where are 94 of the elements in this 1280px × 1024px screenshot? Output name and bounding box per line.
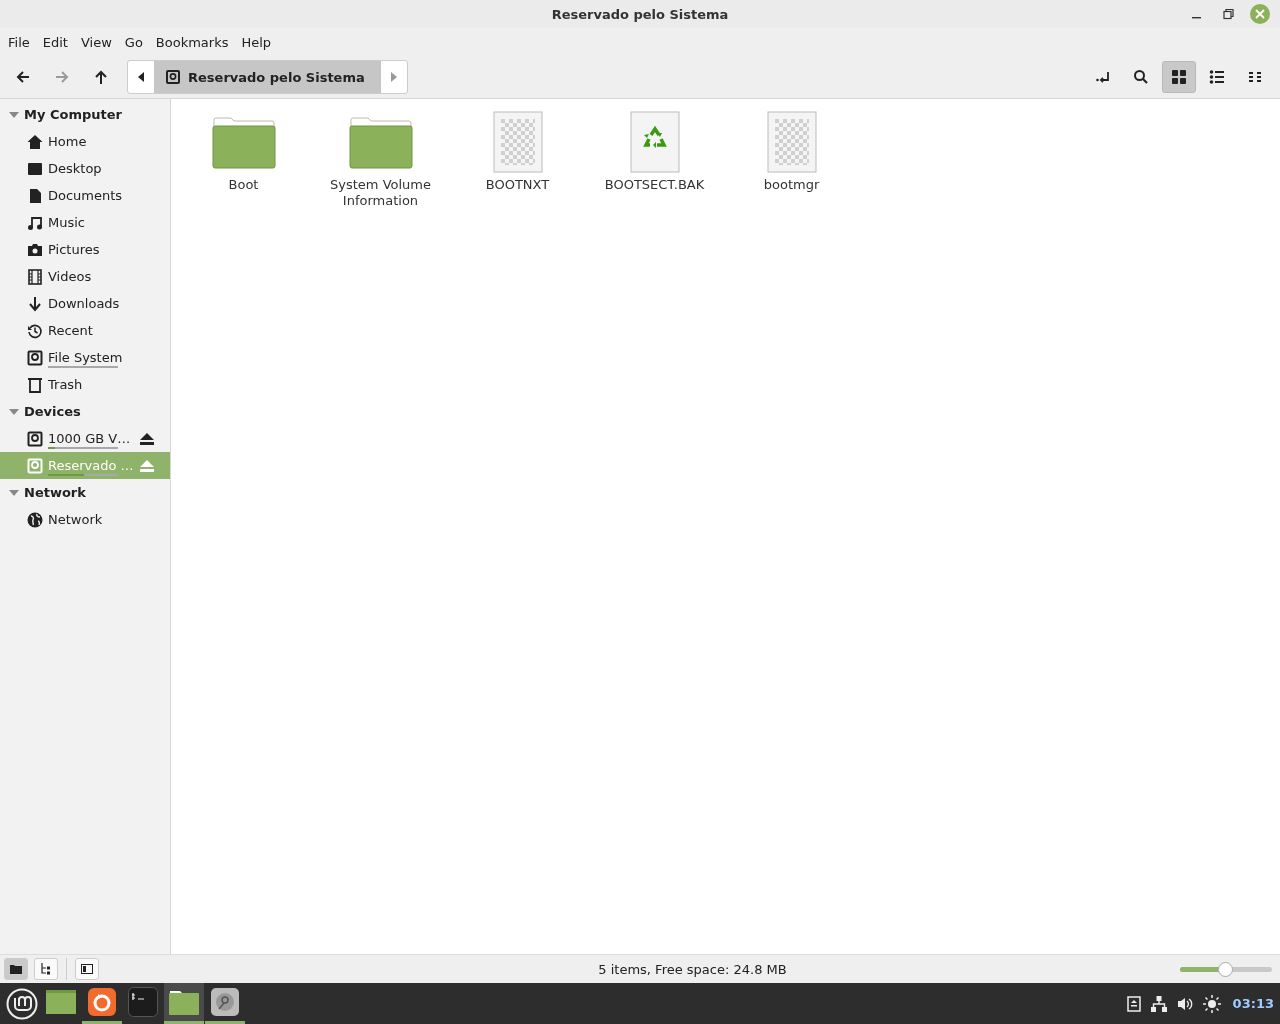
sidebar-toggle-button[interactable]	[75, 958, 99, 980]
compact-list-icon	[1247, 69, 1263, 85]
clock[interactable]: 03:13	[1232, 996, 1274, 1011]
sidebar-item[interactable]: 1000 GB V…	[0, 425, 170, 452]
removable-drive-icon[interactable]	[1126, 995, 1141, 1012]
sidebar-item[interactable]: Trash	[0, 371, 170, 398]
network-icon[interactable]	[1150, 995, 1167, 1012]
caret-down-icon	[9, 406, 19, 417]
drive-icon	[27, 349, 43, 366]
document-icon	[27, 187, 43, 204]
file-name: BOOTNXT	[484, 177, 551, 193]
sidebar-label: File System	[48, 350, 124, 365]
music-note-icon	[27, 214, 43, 231]
sidebar-item[interactable]: Home	[0, 128, 170, 155]
caret-down-icon	[9, 487, 19, 498]
eject-icon[interactable]	[140, 432, 154, 445]
file-name: Boot	[227, 177, 260, 193]
sidebar-item[interactable]: Music	[0, 209, 170, 236]
folder-icon	[10, 964, 22, 974]
places-pane-button[interactable]	[4, 958, 28, 980]
sidebar-item[interactable]: Downloads	[0, 290, 170, 317]
folder-icon[interactable]	[211, 117, 276, 169]
sidebar-label: Reservado …	[48, 458, 135, 473]
caret-right-icon	[390, 72, 397, 82]
sidebar-label: 1000 GB V…	[48, 431, 132, 446]
section-header[interactable]: My Computer	[0, 101, 170, 128]
desktop-icon	[46, 990, 76, 1014]
caret-down-icon	[9, 109, 19, 120]
tree-icon	[40, 963, 52, 975]
window-title: Reservado pelo Sistema	[551, 6, 729, 22]
menu-item[interactable]: Edit	[36, 30, 74, 54]
history-icon	[27, 322, 43, 339]
sidebar-item[interactable]: Recent	[0, 317, 170, 344]
sidebar-label: Documents	[48, 188, 124, 203]
drive-icon	[166, 70, 180, 84]
back-icon	[15, 69, 31, 85]
sidebar-label: Videos	[48, 269, 93, 284]
section-header[interactable]: Devices	[0, 398, 170, 425]
sidebar-label: Pictures	[48, 242, 101, 257]
zoom-slider[interactable]	[1180, 961, 1272, 977]
close-icon	[1255, 9, 1265, 19]
minimize-icon	[1191, 17, 1201, 19]
menu-item[interactable]: Bookmarks	[149, 30, 235, 54]
folder-icon	[169, 989, 199, 1015]
desktop-icon	[27, 160, 43, 177]
file-name: BOOTSECT.BAK	[603, 177, 706, 193]
menu-item[interactable]: View	[74, 30, 118, 54]
terminal-icon	[128, 987, 158, 1017]
section-header[interactable]: Network	[0, 479, 170, 506]
up-arrow-icon	[93, 69, 109, 85]
list-icon	[1209, 69, 1225, 85]
forward-icon	[54, 69, 70, 85]
sidebar-label: Network	[48, 512, 104, 527]
drive-icon	[27, 430, 43, 447]
film-icon	[27, 268, 43, 285]
browser-icon	[88, 988, 116, 1016]
caret-left-icon	[138, 72, 144, 82]
logo	[6, 987, 38, 1020]
file-name: System Volume Information	[329, 177, 432, 209]
download-icon	[27, 295, 43, 312]
globe-icon	[27, 511, 43, 528]
folder-icon[interactable]	[348, 117, 413, 169]
restore-icon	[1222, 8, 1234, 20]
icon-view-button[interactable]	[1162, 61, 1196, 93]
sidebar-label: Home	[48, 134, 88, 149]
sidebar-item[interactable]: Desktop	[0, 155, 170, 182]
sidebar-label: Trash	[48, 377, 84, 392]
trash-icon	[27, 376, 43, 393]
sidebar-item[interactable]: File System	[0, 344, 170, 371]
home-icon	[27, 133, 43, 150]
menu-item[interactable]: File	[2, 30, 36, 54]
search-icon	[1133, 69, 1149, 85]
menu-item[interactable]: Go	[118, 30, 149, 54]
sidebar-item[interactable]: Videos	[0, 263, 170, 290]
file-name: bootmgr	[762, 177, 821, 193]
sidebar-icon	[81, 964, 93, 974]
tree-pane-button[interactable]	[34, 958, 58, 980]
brightness-icon[interactable]	[1202, 994, 1221, 1013]
menu-item[interactable]: Help	[235, 30, 278, 54]
sidebar-label: Music	[48, 215, 86, 230]
sidebar-item[interactable]: Documents	[0, 182, 170, 209]
grid-icon	[1171, 69, 1187, 85]
sidebar-label: Recent	[48, 323, 94, 338]
location-entry-icon	[1095, 69, 1111, 85]
camera-icon	[27, 241, 43, 258]
sidebar-label: Downloads	[48, 296, 121, 311]
volume-icon[interactable]	[1176, 995, 1193, 1012]
location-button[interactable]: Reservado pelo Sistema	[154, 61, 381, 93]
drive-icon	[27, 457, 43, 474]
sidebar-label: Desktop	[48, 161, 103, 176]
sidebar-item[interactable]: Pictures	[0, 236, 170, 263]
sidebar-item[interactable]: Network	[0, 506, 170, 533]
status-text: 5 items, Free space: 24.8 MB	[597, 961, 788, 977]
recycle-file-icon[interactable]	[629, 111, 680, 173]
